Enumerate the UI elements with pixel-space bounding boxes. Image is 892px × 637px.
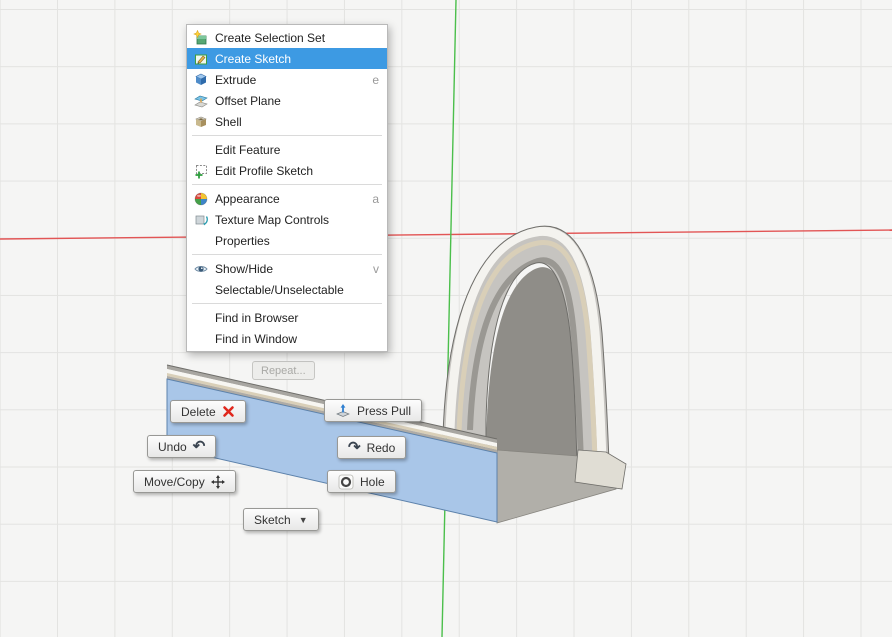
menu-item-selectable-unselectable[interactable]: Selectable/Unselectable: [187, 279, 387, 300]
delete-button-label: Delete: [181, 404, 216, 419]
menu-item-label: Edit Profile Sketch: [215, 163, 314, 178]
hole-icon: [338, 474, 354, 490]
menu-item-find-in-browser[interactable]: Find in Browser: [187, 307, 387, 328]
menu-item-shortcut: v: [373, 261, 379, 276]
context-menu: Create Selection Set Create Sketch Extru…: [186, 24, 388, 352]
menu-item-label: Find in Window: [215, 331, 298, 346]
menu-item-label: Edit Feature: [215, 142, 281, 157]
repeat-button-label: Repeat...: [261, 364, 306, 377]
shell-icon: [191, 114, 211, 130]
appearance-icon: [191, 191, 211, 207]
hole-button[interactable]: Hole: [327, 470, 396, 493]
press-pull-button-label: Press Pull: [357, 403, 412, 418]
menu-item-label: Create Selection Set: [215, 30, 326, 45]
move-cross-icon: [210, 474, 225, 489]
redo-button-label: Redo: [366, 440, 396, 455]
menu-item-label: Texture Map Controls: [215, 212, 330, 227]
icon-placeholder: [191, 331, 211, 347]
menu-item-label: Show/Hide: [215, 261, 274, 276]
redo-arrow-icon: ↷: [348, 439, 361, 456]
menu-item-label: Shell: [215, 114, 242, 129]
menu-item-extrude[interactable]: Extrude e: [187, 69, 387, 90]
icon-placeholder: [191, 282, 211, 298]
y-axis-line: [441, 0, 457, 637]
menu-item-shell[interactable]: Shell: [187, 111, 387, 132]
menu-separator: [192, 303, 382, 304]
x-axis-line: [0, 229, 892, 240]
edit-profile-sketch-icon: [191, 163, 211, 179]
menu-item-edit-profile-sketch[interactable]: Edit Profile Sketch: [187, 160, 387, 181]
press-pull-icon: [335, 403, 351, 419]
menu-item-properties[interactable]: Properties: [187, 230, 387, 251]
viewport-canvas[interactable]: Create Selection Set Create Sketch Extru…: [0, 0, 892, 637]
menu-separator: [192, 254, 382, 255]
menu-item-shortcut: e: [372, 72, 379, 87]
red-x-icon: [222, 405, 235, 418]
icon-placeholder: [191, 233, 211, 249]
sketch-button-label: Sketch: [254, 512, 291, 527]
menu-item-label: Find in Browser: [215, 310, 299, 325]
menu-item-texture-map-controls[interactable]: Texture Map Controls: [187, 209, 387, 230]
hole-button-label: Hole: [360, 474, 385, 489]
offset-plane-icon: [191, 93, 211, 109]
menu-item-shortcut: a: [372, 191, 379, 206]
icon-placeholder: [191, 310, 211, 326]
menu-item-offset-plane[interactable]: Offset Plane: [187, 90, 387, 111]
texture-map-icon: [191, 212, 211, 228]
menu-separator: [192, 184, 382, 185]
extrude-icon: [191, 72, 211, 88]
menu-item-label: Extrude: [215, 72, 257, 87]
dropdown-arrow-icon: ▼: [298, 514, 308, 525]
scene-3d: [0, 0, 892, 637]
menu-item-find-in-window[interactable]: Find in Window: [187, 328, 387, 349]
menu-item-label: Selectable/Unselectable: [215, 282, 344, 297]
redo-button[interactable]: ↷ Redo: [337, 436, 407, 459]
press-pull-button[interactable]: Press Pull: [324, 399, 423, 422]
undo-button-label: Undo: [158, 439, 187, 454]
delete-button[interactable]: Delete: [170, 400, 246, 423]
model-end-profile-face[interactable]: [574, 449, 627, 490]
create-sketch-icon: [191, 51, 211, 67]
menu-item-label: Create Sketch: [215, 51, 292, 66]
menu-item-label: Offset Plane: [215, 93, 281, 108]
menu-item-create-selection-set[interactable]: Create Selection Set: [187, 27, 387, 48]
show-hide-eye-icon: [191, 261, 211, 277]
move-copy-button-label: Move/Copy: [144, 474, 205, 489]
menu-item-label: Properties: [215, 233, 270, 248]
menu-item-show-hide[interactable]: Show/Hide v: [187, 258, 387, 279]
icon-placeholder: [191, 142, 211, 158]
menu-item-appearance[interactable]: Appearance a: [187, 188, 387, 209]
menu-item-edit-feature[interactable]: Edit Feature: [187, 139, 387, 160]
menu-separator: [192, 135, 382, 136]
menu-item-create-sketch[interactable]: Create Sketch: [187, 48, 387, 69]
selection-set-icon: [191, 29, 211, 46]
sketch-dropdown-button[interactable]: Sketch ▼: [243, 508, 319, 531]
undo-button[interactable]: Undo ↶: [147, 435, 217, 458]
move-copy-button[interactable]: Move/Copy: [133, 470, 236, 493]
undo-arrow-icon: ↶: [192, 438, 206, 455]
repeat-button: Repeat...: [252, 361, 315, 380]
menu-item-label: Appearance: [215, 191, 280, 206]
